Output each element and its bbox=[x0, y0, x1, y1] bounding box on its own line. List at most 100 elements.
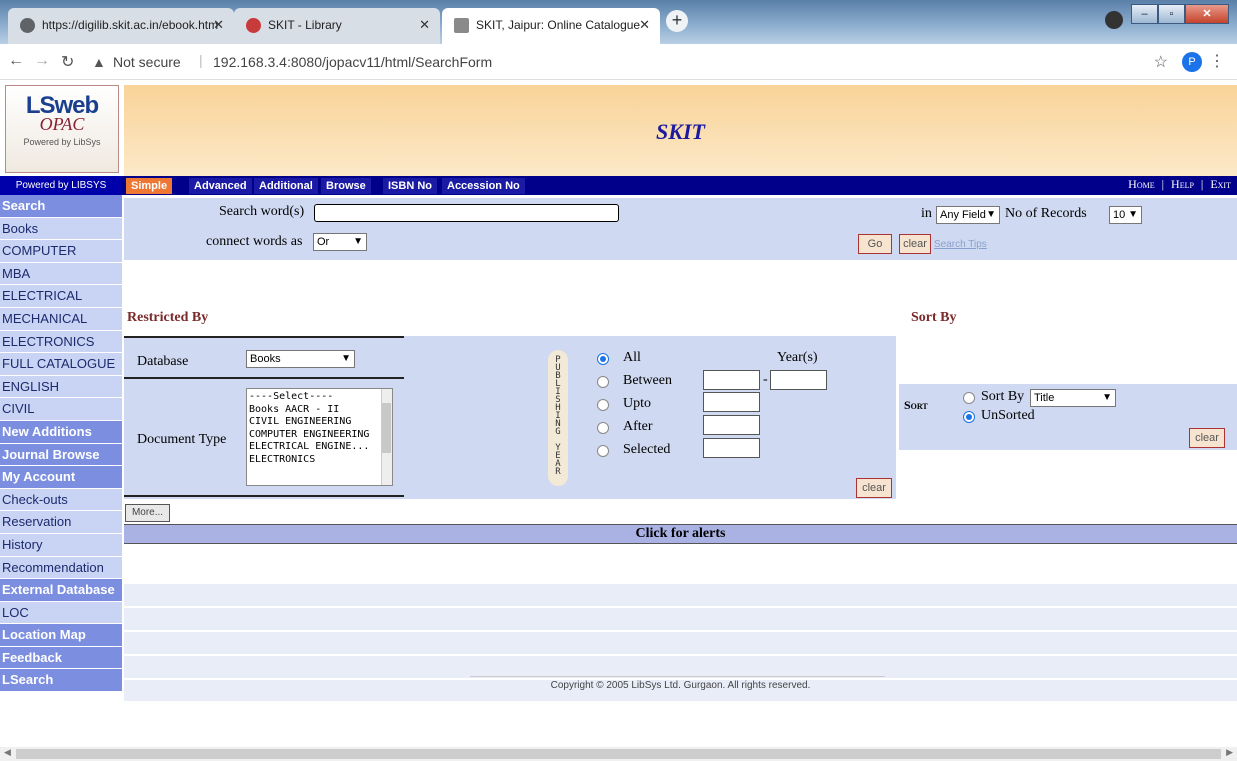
year-option-label: Upto bbox=[623, 396, 651, 411]
browser-tab-3[interactable]: SKIT, Jaipur: Online Catalogue ✕ bbox=[442, 8, 660, 44]
year-between-radio[interactable] bbox=[597, 376, 609, 388]
forward-arrow-icon[interactable]: → bbox=[34, 52, 50, 70]
browser-tab-2[interactable]: SKIT - Library ✕ bbox=[234, 8, 440, 44]
field-value: Any Field bbox=[940, 209, 986, 221]
exit-link[interactable]: Exit bbox=[1210, 177, 1231, 191]
sidebar-item-full-catalogue[interactable]: FULL CATALOGUE bbox=[0, 353, 122, 376]
sidebar-item-english[interactable]: ENGLISH bbox=[0, 375, 122, 399]
sidebar-item-recommendation[interactable]: Recommendation bbox=[0, 556, 122, 580]
list-item[interactable]: COMPUTER ENGINEERING bbox=[249, 429, 390, 442]
minimize-icon[interactable]: – bbox=[1131, 4, 1158, 24]
records-select[interactable]: 10 ▼ bbox=[1109, 206, 1142, 224]
year-all-radio[interactable] bbox=[597, 353, 609, 365]
alerts-bar[interactable]: Click for alerts bbox=[124, 524, 1237, 544]
sidebar-item-electrical[interactable]: ELECTRICAL bbox=[0, 285, 122, 308]
sidebar-item-check-outs[interactable]: Check-outs bbox=[0, 488, 122, 512]
sidebar-item-reservation[interactable]: Reservation bbox=[0, 511, 122, 534]
divider bbox=[124, 336, 404, 338]
sidebar-item-civil[interactable]: CIVIL bbox=[0, 398, 122, 421]
horizontal-scrollbar[interactable]: ◀ ▶ bbox=[0, 747, 1237, 761]
sidebar-item-electronics[interactable]: ELECTRONICS bbox=[0, 330, 122, 354]
url-input[interactable]: 192.168.3.4:8080/jopacv11/html/SearchFor… bbox=[213, 54, 492, 70]
back-arrow-icon[interactable]: ← bbox=[8, 52, 24, 70]
tab-browse[interactable]: Browse bbox=[321, 178, 371, 194]
divider bbox=[124, 495, 404, 497]
reload-icon[interactable]: ↻ bbox=[61, 52, 74, 72]
sidebar-item-books[interactable]: Books bbox=[0, 217, 122, 241]
tab-simple[interactable]: Simple bbox=[126, 178, 173, 194]
bookmark-star-icon[interactable]: ☆ bbox=[1154, 52, 1168, 72]
connect-words-select[interactable]: Or ▼ bbox=[313, 233, 367, 251]
browser-tab-1[interactable]: https://digilib.skit.ac.in/ebook.htm ✕ bbox=[8, 8, 234, 44]
scroll-thumb[interactable] bbox=[16, 749, 1221, 759]
new-tab-button[interactable]: + bbox=[666, 10, 688, 32]
year-selected-input[interactable] bbox=[703, 438, 760, 458]
connect-words-value: Or bbox=[317, 236, 330, 248]
sidebar-item-journal-browse[interactable]: Journal Browse bbox=[0, 443, 122, 467]
tab-advanced[interactable]: Advanced bbox=[189, 178, 252, 194]
clear-sort-button[interactable]: clear bbox=[1189, 428, 1225, 448]
database-select[interactable]: Books ▼ bbox=[246, 350, 355, 368]
sidebar-item-feedback[interactable]: Feedback bbox=[0, 646, 122, 670]
sidebar-item-my-account[interactable]: My Account bbox=[0, 466, 122, 489]
year-from-input[interactable] bbox=[703, 370, 760, 390]
clear-search-button[interactable]: clear bbox=[899, 234, 931, 254]
sort-field-select[interactable]: Title ▼ bbox=[1030, 389, 1116, 407]
scroll-left-icon[interactable]: ◀ bbox=[4, 747, 11, 758]
year-option-label: All bbox=[623, 350, 641, 365]
year-after-input[interactable] bbox=[703, 415, 760, 435]
divider: | bbox=[199, 52, 203, 68]
year-upto-input[interactable] bbox=[703, 392, 760, 412]
close-icon[interactable]: ✕ bbox=[213, 17, 224, 33]
field-select[interactable]: Any Field ▼ bbox=[936, 206, 1000, 224]
list-item[interactable]: Books AACR - II bbox=[249, 404, 390, 417]
sidebar-item-new-additions[interactable]: New Additions bbox=[0, 420, 122, 444]
close-icon[interactable]: ✕ bbox=[639, 17, 650, 33]
go-button[interactable]: Go bbox=[858, 234, 892, 254]
tab-accession-no[interactable]: Accession No bbox=[442, 178, 525, 194]
help-link[interactable]: Help bbox=[1171, 177, 1194, 191]
warning-icon[interactable]: ▲ bbox=[92, 54, 106, 70]
window-close-icon[interactable]: ✕ bbox=[1185, 4, 1229, 24]
clear-restriction-button[interactable]: clear bbox=[856, 478, 892, 498]
more-button[interactable]: More... bbox=[125, 504, 170, 522]
list-item[interactable]: ELECTRICAL ENGINE... bbox=[249, 441, 390, 454]
list-item[interactable]: ----Select---- bbox=[249, 391, 390, 404]
year-after-radio[interactable] bbox=[597, 422, 609, 434]
search-input[interactable] bbox=[314, 204, 619, 222]
sidebar-item-location-map[interactable]: Location Map bbox=[0, 624, 122, 647]
tab-additional[interactable]: Additional bbox=[254, 178, 318, 194]
search-tips-link[interactable]: Search Tips bbox=[934, 239, 987, 250]
unsorted-radio[interactable] bbox=[963, 411, 975, 423]
sidebar-item-search[interactable]: Search bbox=[0, 195, 122, 218]
sidebar-item-history[interactable]: History bbox=[0, 533, 122, 557]
list-item[interactable]: ELECTRONICS bbox=[249, 454, 390, 467]
globe-icon bbox=[20, 18, 35, 33]
year-to-input[interactable] bbox=[770, 370, 827, 390]
sidebar-item-lsearch[interactable]: LSearch bbox=[0, 669, 122, 693]
list-item[interactable]: CIVIL ENGINEERING bbox=[249, 416, 390, 429]
sidebar-item-mba[interactable]: MBA bbox=[0, 262, 122, 286]
year-upto-radio[interactable] bbox=[597, 399, 609, 411]
sort-by-radio[interactable] bbox=[963, 392, 975, 404]
year-selected-radio[interactable] bbox=[597, 445, 609, 457]
search-word-label: Search word(s) bbox=[219, 204, 305, 219]
profile-avatar[interactable]: P bbox=[1182, 52, 1202, 72]
profile-menu-icon[interactable] bbox=[1105, 11, 1123, 29]
sort-label: Sort bbox=[904, 398, 928, 412]
document-type-list[interactable]: ----Select---- Books AACR - II CIVIL ENG… bbox=[246, 388, 393, 486]
tab-isbn-no[interactable]: ISBN No bbox=[383, 178, 437, 194]
home-link[interactable]: Home bbox=[1128, 177, 1154, 191]
sidebar-item-loc[interactable]: LOC bbox=[0, 601, 122, 625]
sidebar-item-computer[interactable]: COMPUTER bbox=[0, 240, 122, 263]
maximize-icon[interactable]: ▫ bbox=[1158, 4, 1185, 24]
sidebar-item-mechanical[interactable]: MECHANICAL bbox=[0, 307, 122, 331]
security-status[interactable]: Not secure bbox=[113, 54, 181, 70]
scroll-right-icon[interactable]: ▶ bbox=[1226, 747, 1233, 758]
sort-panel: Sort Sort By Title ▼ UnSorted clear bbox=[899, 384, 1237, 450]
browser-menu-icon[interactable]: ⋮ bbox=[1209, 51, 1225, 71]
close-icon[interactable]: ✕ bbox=[419, 17, 430, 33]
scroll-thumb[interactable] bbox=[382, 403, 391, 453]
sidebar-item-external-database[interactable]: External Database bbox=[0, 579, 122, 602]
chevron-down-icon: ▼ bbox=[986, 209, 996, 220]
